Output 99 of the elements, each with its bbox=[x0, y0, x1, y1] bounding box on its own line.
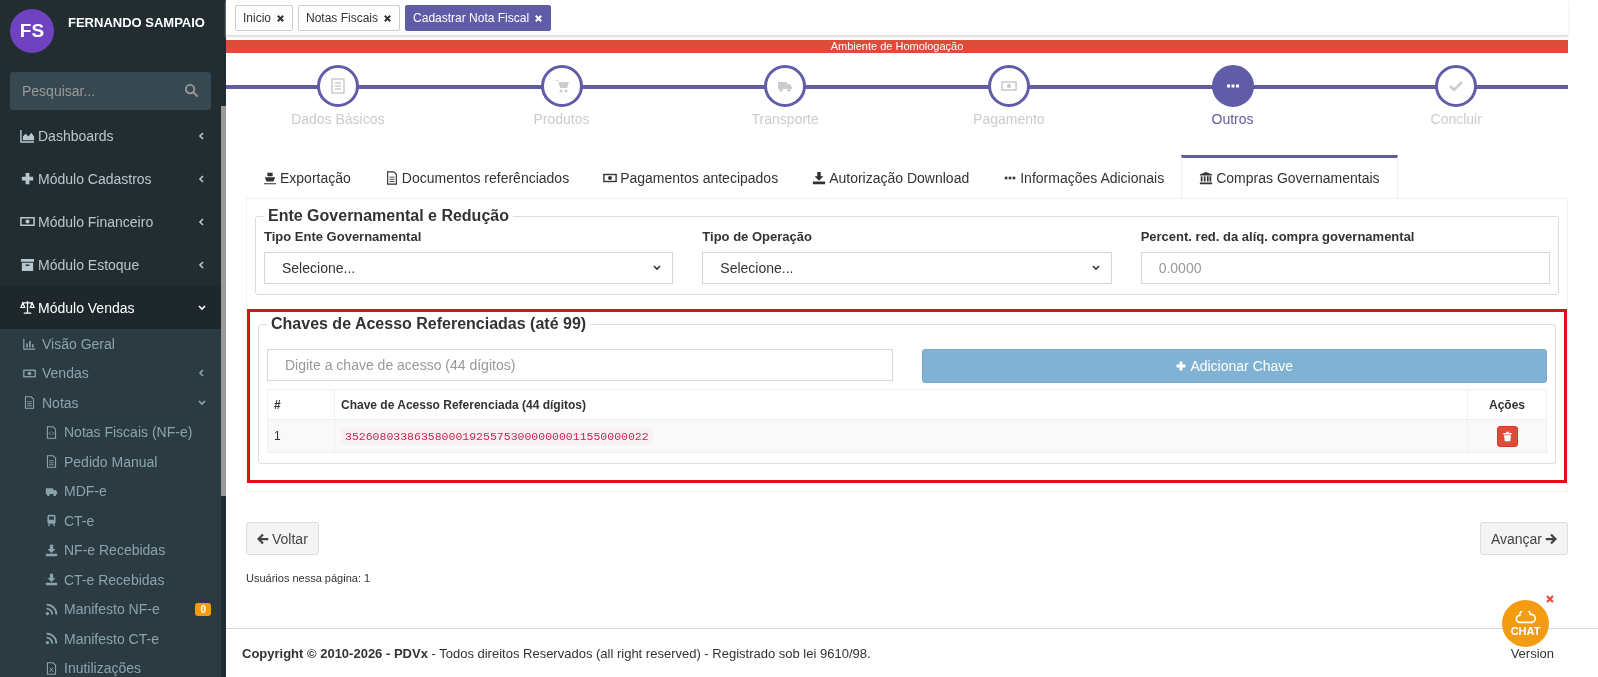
trash-icon bbox=[1501, 430, 1513, 442]
chat-bubble-icon bbox=[1514, 610, 1537, 625]
scale-icon bbox=[20, 300, 35, 315]
bank-icon bbox=[1199, 171, 1214, 185]
banknote-icon bbox=[603, 171, 618, 185]
step-circle[interactable] bbox=[316, 65, 359, 107]
chevron-down-icon bbox=[197, 397, 207, 408]
excel-file-icon bbox=[45, 661, 58, 675]
close-icon[interactable] bbox=[383, 13, 393, 23]
page-tab[interactable]: Inicio bbox=[235, 5, 293, 31]
page-tab[interactable]: Cadastrar Nota Fiscal bbox=[405, 5, 552, 31]
delete-button[interactable] bbox=[1496, 425, 1518, 447]
document-icon bbox=[23, 396, 36, 410]
next-button[interactable]: Avançar bbox=[1479, 522, 1568, 555]
search-icon bbox=[184, 83, 199, 98]
column-header: Chave de Acesso Referenciada (44 dígitos) bbox=[341, 397, 586, 412]
select-field[interactable]: Selecione... bbox=[264, 252, 674, 284]
banknote-icon bbox=[1000, 78, 1017, 94]
step-circle[interactable] bbox=[1435, 65, 1478, 107]
submenu-item[interactable]: Notas bbox=[0, 388, 221, 418]
code-file-icon bbox=[45, 425, 58, 439]
chevron-left-icon bbox=[197, 259, 207, 270]
chevron-down-icon bbox=[652, 263, 663, 273]
step-circle[interactable] bbox=[764, 65, 807, 107]
rss-icon bbox=[45, 602, 58, 616]
arrow-left-icon bbox=[257, 532, 269, 545]
section-tab[interactable]: Pagamentos antecipados bbox=[586, 155, 796, 198]
environment-banner: Ambiente de Homologação bbox=[226, 40, 1568, 53]
section-title: Ente Governamental e Redução bbox=[267, 207, 510, 225]
bar-chart-icon bbox=[23, 337, 36, 351]
plus-icon bbox=[1175, 360, 1188, 372]
step-circle[interactable] bbox=[540, 65, 583, 107]
chevron-down-icon bbox=[1090, 263, 1101, 273]
list-icon bbox=[329, 78, 346, 94]
plus-icon bbox=[20, 171, 35, 186]
column-header: # bbox=[274, 397, 281, 412]
access-key: 35260803386358000192557530000000011550000022 bbox=[341, 428, 653, 445]
step-circle[interactable] bbox=[1211, 65, 1254, 107]
table-cell: 1 bbox=[274, 429, 281, 443]
chevron-left-icon bbox=[197, 368, 207, 379]
section-tab[interactable]: Documentos referênciados bbox=[367, 155, 587, 198]
count-badge: 0 bbox=[195, 602, 211, 616]
cart-icon bbox=[553, 78, 570, 94]
field-label: Tipo de Operação bbox=[702, 229, 813, 244]
step-label: Outros bbox=[1211, 111, 1254, 127]
submenu-item[interactable]: Inutilizações bbox=[0, 653, 221, 677]
section-tab[interactable]: Autorização Download bbox=[795, 155, 987, 198]
submenu-item[interactable]: Notas Fiscais (NF-e) bbox=[0, 417, 221, 447]
bus-icon bbox=[45, 514, 58, 528]
document-icon bbox=[45, 455, 58, 469]
check-icon bbox=[1448, 78, 1465, 94]
user-avatar: FS bbox=[10, 9, 54, 53]
close-icon[interactable] bbox=[276, 13, 285, 23]
download-icon bbox=[45, 543, 58, 557]
document-icon bbox=[384, 171, 399, 185]
input-field[interactable]: 0.0000 bbox=[1140, 252, 1550, 284]
area-chart-icon bbox=[20, 128, 35, 143]
download-icon bbox=[812, 171, 827, 185]
rss-icon bbox=[45, 632, 58, 646]
submenu-item[interactable]: MDF-e bbox=[0, 476, 221, 506]
step-circle[interactable] bbox=[987, 65, 1030, 107]
search-field[interactable]: Pesquisar... bbox=[10, 72, 211, 110]
version-text: Version bbox=[1510, 645, 1554, 661]
section-tab[interactable]: Informações Adicionais bbox=[986, 155, 1182, 198]
banknote-icon bbox=[20, 214, 35, 229]
submenu-item[interactable]: CT-e bbox=[0, 506, 221, 536]
section-title: Chaves de Acesso Referenciadas (até 99) bbox=[270, 315, 588, 333]
back-button[interactable]: Voltar bbox=[246, 522, 319, 555]
submenu-item[interactable]: Manifesto CT-e bbox=[0, 624, 221, 654]
field-label: Percent. red. da alíq. compra governamental bbox=[1140, 229, 1416, 244]
section-tab[interactable]: Compras Governamentais bbox=[1181, 155, 1398, 198]
column-header: Ações bbox=[1489, 397, 1525, 412]
ship-icon bbox=[263, 171, 277, 185]
submenu-item[interactable]: Pedido Manual bbox=[0, 447, 221, 477]
section-tab[interactable]: Exportação bbox=[246, 155, 368, 198]
chevron-left-icon bbox=[197, 130, 207, 141]
chevron-left-icon bbox=[197, 173, 207, 184]
user-name: FERNANDO SAMPAIO bbox=[68, 15, 205, 30]
chevron-left-icon bbox=[197, 216, 207, 227]
submenu-item[interactable]: Visão Geral bbox=[0, 329, 221, 359]
page-tab[interactable]: Notas Fiscais bbox=[298, 5, 401, 31]
submenu-item[interactable]: Manifesto NF-e 0 bbox=[0, 594, 221, 624]
input-field[interactable]: Digite a chave de acesso (44 dígitos) bbox=[267, 349, 893, 381]
arrow-right-icon bbox=[1545, 532, 1557, 545]
submenu-item[interactable]: Vendas bbox=[0, 358, 221, 388]
users-online-text: Usuários nessa página: 1 bbox=[246, 572, 371, 584]
submenu-item[interactable]: CT-e Recebidas bbox=[0, 565, 221, 595]
menu-item[interactable]: Módulo Financeiro bbox=[0, 200, 221, 243]
menu-item[interactable]: Dashboards bbox=[0, 114, 221, 157]
select-field[interactable]: Selecione... bbox=[702, 252, 1112, 284]
download-icon bbox=[45, 573, 58, 587]
chevron-down-icon bbox=[197, 302, 207, 313]
menu-item[interactable]: Módulo Cadastros bbox=[0, 157, 221, 200]
menu-item[interactable]: Módulo Vendas bbox=[0, 286, 221, 329]
submenu-item[interactable]: NF-e Recebidas bbox=[0, 535, 221, 565]
copyright-text: Copyright © 2010-2026 - PDVx - Todos direitos Reservados (all right reserved) - Registrado sob lei 9610/98. bbox=[242, 645, 871, 661]
field-label: Tipo Ente Governamental bbox=[264, 229, 423, 244]
menu-item[interactable]: Módulo Estoque bbox=[0, 243, 221, 286]
archive-icon bbox=[20, 257, 35, 272]
